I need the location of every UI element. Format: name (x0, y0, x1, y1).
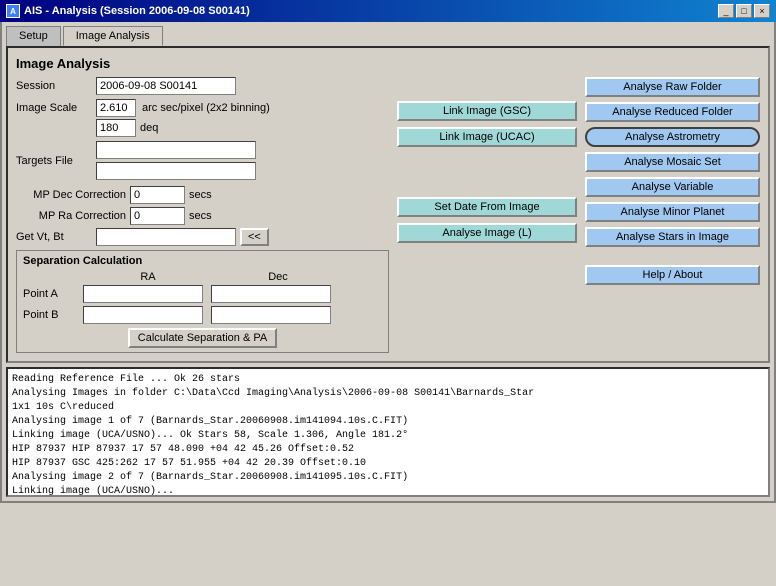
point-a-dec-input[interactable] (211, 285, 331, 303)
getvtbt-input[interactable] (96, 228, 236, 246)
tab-setup[interactable]: Setup (6, 26, 61, 46)
session-input[interactable] (96, 77, 236, 95)
deg-row: deq (96, 119, 389, 137)
mp-dec-unit: secs (189, 189, 212, 201)
mp-ra-unit: secs (189, 210, 212, 222)
close-button[interactable]: × (754, 4, 770, 18)
mp-ra-input[interactable] (130, 207, 185, 225)
log-line: Analysing image 2 of 7 (Barnards_Star.20… (12, 471, 764, 485)
log-line: Analysing image 1 of 7 (Barnards_Star.20… (12, 415, 764, 429)
log-line: Linking image (UCA/USNO)... (12, 485, 764, 497)
point-b-dec-input[interactable] (211, 306, 331, 324)
point-b-label: Point B (23, 309, 83, 321)
link-gsc-button[interactable]: Link Image (GSC) (397, 101, 577, 121)
title-bar: A AIS - Analysis (Session 2006-09-08 S00… (0, 0, 776, 22)
log-line: Analysing Images in folder C:\Data\Ccd I… (12, 387, 764, 401)
app-icon: A (6, 4, 20, 18)
mp-ra-label: MP Ra Correction (16, 210, 126, 222)
mp-dec-row: MP Dec Correction secs (16, 186, 389, 204)
log-line: Linking image (UCA/USNO)... Ok Stars 58,… (12, 429, 764, 443)
analyse-mosaic-button[interactable]: Analyse Mosaic Set (585, 152, 760, 172)
mp-dec-label: MP Dec Correction (16, 189, 126, 201)
analyse-l-button[interactable]: Analyse Image (L) (397, 223, 577, 243)
session-label: Session (16, 80, 96, 92)
content-area: Image Analysis Session Image Scale arc s… (6, 46, 770, 363)
window-title: AIS - Analysis (Session 2006-09-08 S0014… (24, 5, 250, 17)
separation-title: Separation Calculation (23, 255, 382, 267)
mp-dec-input[interactable] (130, 186, 185, 204)
analyse-raw-button[interactable]: Analyse Raw Folder (585, 77, 760, 97)
log-line: Reading Reference File ... Ok 26 stars (12, 373, 764, 387)
log-area[interactable]: Reading Reference File ... Ok 26 starsAn… (6, 367, 770, 497)
deg-unit: deq (140, 122, 158, 134)
point-a-ra-input[interactable] (83, 285, 203, 303)
tab-image-analysis[interactable]: Image Analysis (63, 26, 163, 46)
analyse-reduced-button[interactable]: Analyse Reduced Folder (585, 102, 760, 122)
set-date-button[interactable]: Set Date From Image (397, 197, 577, 217)
minimize-button[interactable]: _ (718, 4, 734, 18)
log-line: 1x1 10s C\reduced (12, 401, 764, 415)
window-controls[interactable]: _ □ × (718, 4, 770, 18)
point-b-row: Point B (23, 306, 382, 324)
mp-ra-row: MP Ra Correction secs (16, 207, 389, 225)
analyse-minor-button[interactable]: Analyse Minor Planet (585, 202, 760, 222)
getvtbt-label: Get Vt, Bt (16, 231, 96, 243)
targets-row: Targets File (16, 141, 389, 180)
analyse-astrometry-button[interactable]: Analyse Astrometry (585, 127, 760, 147)
calc-separation-button[interactable]: Calculate Separation & PA (128, 328, 277, 348)
deg-input[interactable] (96, 119, 136, 137)
sep-btn-row: Calculate Separation & PA (23, 328, 382, 348)
form-right: Analyse Raw Folder Analyse Reduced Folde… (585, 77, 760, 353)
session-row: Session (16, 77, 389, 95)
targets-input-2[interactable] (96, 162, 256, 180)
main-window: Setup Image Analysis Image Analysis Sess… (0, 22, 776, 503)
targets-input-1[interactable] (96, 141, 256, 159)
log-line: HIP 87937 HIP 87937 17 57 48.090 +04 42 … (12, 443, 764, 457)
sep-headers: RA Dec (23, 271, 382, 283)
analyse-variable-button[interactable]: Analyse Variable (585, 177, 760, 197)
getvtbt-row: Get Vt, Bt << (16, 228, 389, 246)
scale-input[interactable] (96, 99, 136, 117)
point-a-row: Point A (23, 285, 382, 303)
scale-row: Image Scale arc sec/pixel (2x2 binning) (16, 99, 389, 117)
section-title: Image Analysis (16, 56, 760, 71)
form-area: Session Image Scale arc sec/pixel (2x2 b… (16, 77, 760, 353)
point-b-ra-input[interactable] (83, 306, 203, 324)
link-ucac-button[interactable]: Link Image (UCAC) (397, 127, 577, 147)
arc-unit: arc sec/pixel (2x2 binning) (142, 102, 270, 114)
log-line: HIP 87937 GSC 425:262 17 57 51.955 +04 4… (12, 457, 764, 471)
scale-label: Image Scale (16, 102, 96, 114)
targets-label: Targets File (16, 155, 96, 167)
form-middle: Link Image (GSC) Link Image (UCAC) Set D… (397, 77, 577, 353)
arrow-button[interactable]: << (240, 228, 269, 246)
form-left: Session Image Scale arc sec/pixel (2x2 b… (16, 77, 389, 353)
help-about-button[interactable]: Help / About (585, 265, 760, 285)
tab-strip: Setup Image Analysis (2, 22, 774, 46)
ra-header: RA (83, 271, 213, 283)
dec-header: Dec (213, 271, 343, 283)
analyse-stars-button[interactable]: Analyse Stars in Image (585, 227, 760, 247)
maximize-button[interactable]: □ (736, 4, 752, 18)
point-a-label: Point A (23, 288, 83, 300)
separation-box: Separation Calculation RA Dec Point A Po… (16, 250, 389, 353)
